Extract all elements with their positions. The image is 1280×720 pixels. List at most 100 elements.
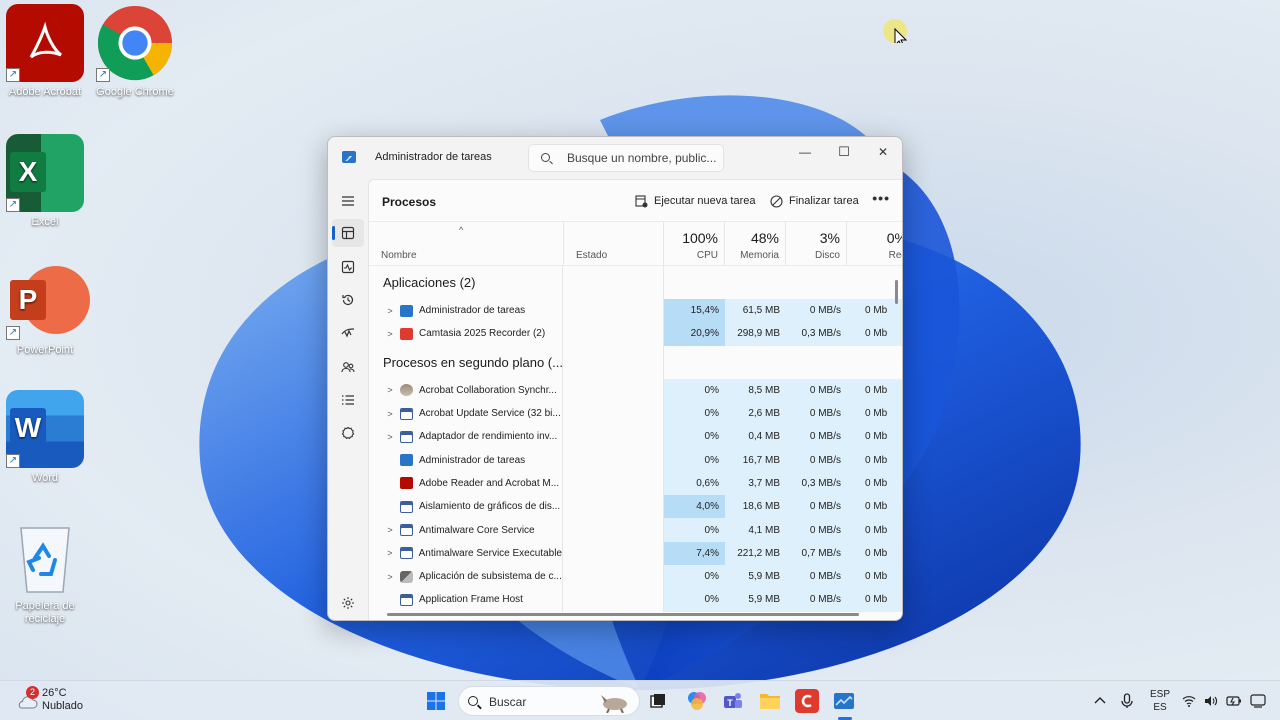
mouse-cursor-highlight [883,19,908,48]
chevron-right-icon[interactable]: > [383,548,397,558]
microphone-icon[interactable] [1120,681,1134,720]
table-row[interactable]: > Antimalware Core Service 0% 4,1 MB 0 MB/s 0… [369,518,902,542]
memory-cell: 16,7 MB [725,448,786,472]
taskmgr-icon [342,151,356,163]
cpu-cell: 0,6% [664,471,725,496]
disk-cell: 0 MB/s [786,564,847,589]
desktop-icon-chrome[interactable]: ↗ Google Chrome [87,4,183,99]
shortcut-arrow-icon: ↗ [6,198,20,212]
show-hidden-icons[interactable] [1093,681,1107,720]
chevron-up-icon [1094,697,1106,704]
desktop-icon-label: PowerPoint [16,344,74,356]
file-explorer-icon[interactable] [758,689,782,713]
minimize-button[interactable]: — [786,140,824,164]
table-header: ^ Nombre Estado 100% CPU 48% Memoria 3% … [369,222,902,266]
group-header[interactable]: Aplicaciones (2) [369,266,902,299]
shortcut-arrow-icon: ↗ [6,454,20,468]
network-cell: 0 Mb [847,448,902,472]
status-cell [564,378,664,402]
taskmgr-icon[interactable] [832,689,856,713]
chevron-right-icon[interactable]: > [383,525,397,535]
more-options-button[interactable]: ••• [872,190,890,206]
column-header-cpu[interactable]: 100% CPU [664,222,725,266]
run-new-task-button[interactable]: Ejecutar nueva tarea [635,192,756,210]
teams-icon[interactable]: T [721,689,745,713]
table-row[interactable]: >Adobe Reader and Acrobat M... 0,6%3,7 MB… [369,471,902,496]
column-header-disk[interactable]: 3% Disco [786,222,847,266]
search-input[interactable] [567,150,717,166]
network-cell: 0 Mb [847,322,902,346]
weather-badge: 2 [26,686,39,699]
table-row[interactable]: > Administrador de tareas 15,4% 61,5 MB 0 MB… [369,299,902,323]
group-title: Procesos en segundo plano (... [383,354,563,370]
table-row[interactable]: > Acrobat Update Service (32 bi... 0% 2,6 M… [369,401,902,426]
camtasia-icon[interactable] [795,689,819,713]
table-row[interactable]: >Administrador de tareas 0%16,7 MB0 MB/s0… [369,448,902,472]
details-icon[interactable] [332,386,364,414]
processes-icon[interactable] [332,219,364,247]
desktop-icon-acrobat[interactable]: ↗ Adobe Acrobat [0,4,93,99]
close-button[interactable]: ✕ [864,140,902,164]
table-row[interactable]: >Aislamiento de gráficos de dis... 4,0%18… [369,495,902,519]
system-tray-status[interactable] [1182,681,1266,720]
services-icon[interactable] [332,419,364,447]
chevron-right-icon[interactable]: > [383,432,397,442]
taskview-icon[interactable] [646,689,670,713]
chevron-right-icon[interactable]: > [383,385,397,395]
status-cell [564,588,664,612]
search-highlight-icon [601,695,627,713]
title-bar[interactable]: Administrador de tareas — ☐ ✕ [328,137,902,179]
process-name-cell: > Administrador de tareas [369,299,563,323]
shortcut-arrow-icon: ↗ [96,68,110,82]
users-icon[interactable] [332,353,364,381]
chevron-right-icon[interactable]: > [383,306,397,316]
window-icon [400,500,413,513]
column-header-status[interactable]: Estado [564,222,664,266]
subsystem-icon [400,570,413,583]
notification-icon [1250,694,1266,708]
taskbar-search[interactable]: Buscar [458,686,640,716]
horizontal-scrollbar[interactable] [387,613,859,616]
desktop-icon-word[interactable]: W ↗ Word [0,390,93,485]
vertical-scrollbar[interactable] [895,280,898,304]
chevron-right-icon[interactable]: > [383,409,397,419]
desktop-icon-excel[interactable]: X ↗ Excel [0,134,93,229]
performance-icon[interactable] [332,253,364,281]
search-box[interactable] [528,144,724,172]
column-header-name[interactable]: ^ Nombre [369,222,564,266]
app-history-icon[interactable] [332,286,364,314]
table-row[interactable]: > Antimalware Service Executable 7,4% 221,2… [369,541,902,565]
start-icon[interactable] [424,689,448,713]
chevron-right-icon[interactable]: > [383,572,397,582]
column-header-memory[interactable]: 48% Memoria [725,222,786,266]
language-indicator[interactable]: ESP ES [1150,688,1170,714]
table-row[interactable]: > Camtasia 2025 Recorder (2) 20,9% 298,9 MB… [369,322,902,346]
search-icon [468,696,478,706]
status-cell [564,564,664,589]
group-header[interactable]: Procesos en segundo plano (... [369,345,902,379]
chevron-right-icon[interactable]: > [383,329,397,339]
startup-apps-icon[interactable] [332,319,364,347]
memory-cell: 18,6 MB [725,495,786,519]
network-cell: 0 Mb [847,588,902,612]
end-task-button[interactable]: Finalizar tarea [770,192,859,210]
table-row[interactable]: >Application Frame Host 0%5,9 MB0 MB/s0 M… [369,588,902,612]
memory-cell: 61,5 MB [725,299,786,323]
desktop-icon-powerpoint[interactable]: P ↗ PowerPoint [0,262,93,357]
task-manager-window: Administrador de tareas — ☐ ✕ [327,136,903,621]
network-cell: 0 Mb [847,401,902,426]
end-task-icon [770,194,783,208]
maximize-button[interactable]: ☐ [825,140,863,164]
desktop-icon-recycle-bin[interactable]: Papelera de reciclaje [0,518,93,626]
column-header-network[interactable]: 0% Red [847,222,902,266]
menu-icon[interactable] [332,187,364,215]
status-cell [564,322,664,346]
cpu-cell: 0% [664,564,725,589]
table-row[interactable]: > Acrobat Collaboration Synchr... 0% 8,5 MB… [369,378,902,402]
table-row[interactable]: > Aplicación de subsistema de c... 0% 5,9 M… [369,564,902,589]
table-row[interactable]: > Adaptador de rendimiento inv... 0% 0,4 MB… [369,425,902,449]
settings-icon[interactable] [332,589,364,617]
copilot-icon[interactable] [685,689,709,713]
word-icon: W ↗ [6,390,84,468]
cpu-cell: 7,4% [664,541,725,565]
